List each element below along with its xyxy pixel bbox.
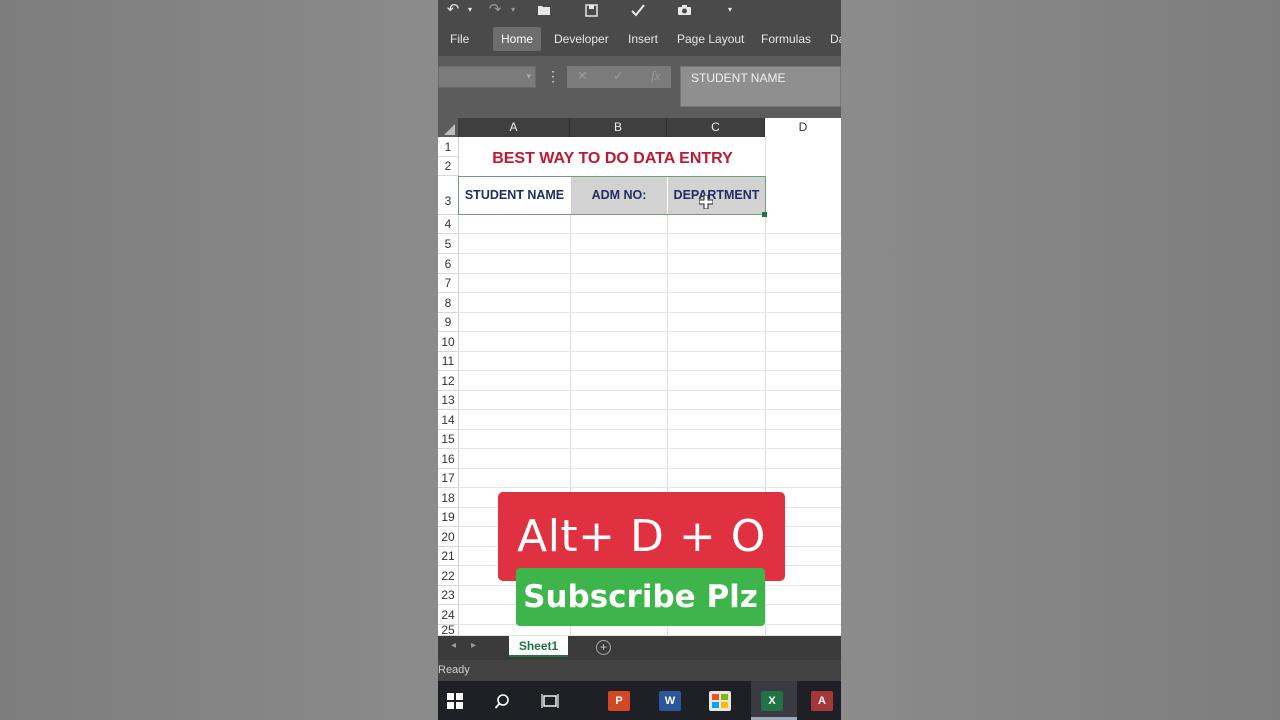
customize-toolbar-icon[interactable]: ▾ [725, 0, 735, 20]
row-header-21[interactable]: 21 [438, 547, 458, 566]
column-header-c[interactable]: C [667, 118, 765, 137]
gridline [458, 233, 841, 234]
windows-start-icon[interactable] [444, 691, 466, 711]
tab-data[interactable]: Da [822, 27, 841, 51]
sheet-title-cell[interactable]: BEST WAY TO DO DATA ENTRY [460, 148, 765, 170]
name-box[interactable]: ▾ [438, 66, 536, 88]
redo-dropdown-icon[interactable]: ▾ [508, 0, 518, 20]
next-sheet-icon[interactable]: ▸ [471, 640, 476, 651]
spelling-check-icon[interactable] [628, 0, 648, 20]
row-header-2[interactable]: 2 [438, 157, 458, 176]
row-header-15[interactable]: 15 [438, 430, 458, 449]
open-folder-icon[interactable] [535, 0, 553, 20]
row-header-9[interactable]: 9 [438, 313, 458, 332]
formula-input[interactable]: STUDENT NAME [680, 66, 841, 107]
row-header-6[interactable]: 6 [438, 254, 458, 274]
formula-buttons: ✕ ✓ fx [567, 66, 671, 88]
row-header-5[interactable]: 5 [438, 234, 458, 254]
access-icon[interactable]: A [811, 691, 833, 711]
header-cell-adm-no[interactable]: ADM NO: [571, 177, 667, 214]
gridline [458, 409, 841, 410]
row-header-1[interactable]: 1 [438, 137, 458, 157]
row-header-20[interactable]: 20 [438, 527, 458, 547]
undo-dropdown-icon[interactable]: ▾ [465, 0, 475, 20]
redo-icon[interactable]: ↷ [486, 0, 504, 20]
gridline [458, 429, 841, 430]
status-bar: Ready [438, 660, 841, 681]
status-text: Ready [438, 664, 470, 676]
gridline [458, 370, 841, 371]
prev-sheet-icon[interactable]: ◂ [451, 640, 456, 651]
name-box-dropdown-icon[interactable]: ▾ [526, 71, 531, 82]
insert-function-icon[interactable]: fx [651, 68, 660, 84]
row-header-22[interactable]: 22 [438, 566, 458, 586]
column-header-d[interactable]: D [765, 118, 841, 137]
fill-handle[interactable] [762, 212, 767, 217]
tab-formulas[interactable]: Formulas [753, 27, 819, 51]
save-icon[interactable] [582, 0, 600, 20]
gridline [458, 390, 841, 391]
tab-file[interactable]: File [442, 27, 477, 51]
search-icon[interactable] [491, 691, 513, 711]
gridline [458, 292, 841, 293]
video-background-right [841, 0, 1280, 720]
row-header-3[interactable]: 3 [438, 176, 458, 215]
row-header-11[interactable]: 11 [438, 352, 458, 371]
tab-developer[interactable]: Developer [546, 27, 617, 51]
row-header-18[interactable]: 18 [438, 488, 458, 508]
store-icon[interactable] [709, 691, 731, 711]
row-header-14[interactable]: 14 [438, 410, 458, 430]
tab-page-layout[interactable]: Page Layout [669, 27, 752, 51]
subscribe-caption: Subscribe Plz [516, 568, 765, 626]
cancel-icon[interactable]: ✕ [577, 68, 588, 84]
tab-home[interactable]: Home [493, 27, 542, 51]
row-header-24[interactable]: 24 [438, 605, 458, 625]
word-icon[interactable]: W [659, 691, 681, 711]
row-header-16[interactable]: 16 [438, 449, 458, 469]
formula-bar-area: ▾ ⋮ ✕ ✓ fx STUDENT NAME [438, 56, 841, 118]
sheet-tabs-bar: ◂ ▸ Sheet1 + [438, 636, 841, 660]
task-view-icon[interactable] [539, 691, 561, 711]
powerpoint-icon[interactable]: P [608, 691, 630, 711]
cross-cursor-icon [699, 195, 713, 209]
sheet-tab-sheet1[interactable]: Sheet1 [509, 636, 568, 657]
gridline [458, 351, 841, 352]
row-header-25[interactable]: 25 [438, 624, 458, 636]
gridline [458, 253, 841, 254]
row-header-19[interactable]: 19 [438, 508, 458, 527]
gridline [458, 312, 841, 313]
gridline [458, 331, 841, 332]
row-header-8[interactable]: 8 [438, 293, 458, 313]
row-header-7[interactable]: 7 [438, 274, 458, 293]
camera-icon[interactable] [675, 0, 693, 20]
row-header-10[interactable]: 10 [438, 332, 458, 352]
quick-access-toolbar: ↶ ▾ ↷ ▾ ▾ [438, 0, 841, 22]
gridline [458, 487, 841, 488]
more-options-icon[interactable]: ⋮ [546, 68, 560, 85]
gridline [458, 468, 841, 469]
gridline [458, 273, 841, 274]
row-header-23[interactable]: 23 [438, 586, 458, 605]
row-header-13[interactable]: 13 [438, 391, 458, 410]
column-header-b[interactable]: B [570, 118, 667, 137]
row-header-17[interactable]: 17 [438, 469, 458, 488]
select-all-button[interactable] [438, 118, 458, 137]
header-cell-student-name[interactable]: STUDENT NAME [459, 177, 570, 214]
row-header-12[interactable]: 12 [438, 371, 458, 391]
windows-taskbar: P W X A [438, 681, 841, 720]
enter-icon[interactable]: ✓ [613, 68, 624, 84]
ribbon-tabs: File Home Developer Insert Page Layout F… [438, 22, 841, 56]
add-sheet-icon[interactable]: + [596, 640, 611, 655]
tab-insert[interactable]: Insert [620, 27, 666, 51]
gridline [458, 448, 841, 449]
column-header-a[interactable]: A [458, 118, 570, 137]
header-cell-department[interactable]: DEPARTMENT [668, 177, 765, 214]
undo-icon[interactable]: ↶ [444, 0, 462, 20]
video-background-left [0, 0, 438, 720]
excel-icon[interactable]: X [761, 691, 783, 711]
row-header-4[interactable]: 4 [438, 215, 458, 234]
